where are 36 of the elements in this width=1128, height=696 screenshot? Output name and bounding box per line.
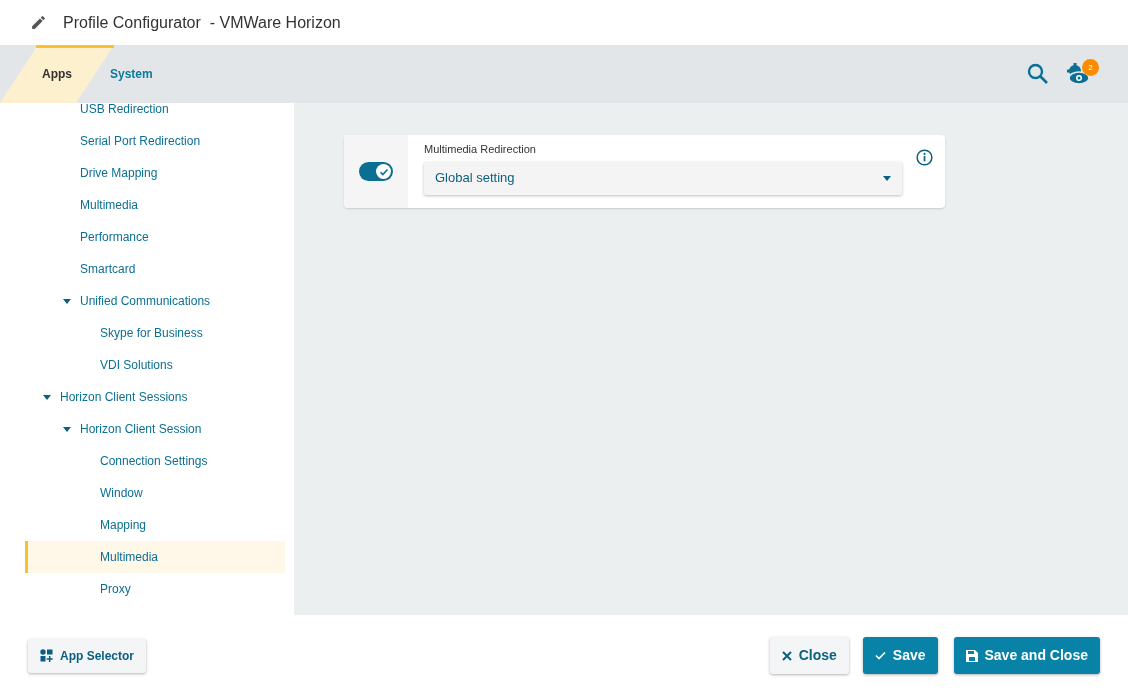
tree-item[interactable]: Unified Communications: [25, 285, 285, 317]
info-icon[interactable]: [916, 149, 933, 167]
check-icon: [378, 166, 389, 177]
app-selector-button[interactable]: App Selector: [28, 638, 146, 673]
check-icon: [874, 651, 886, 660]
tree-item[interactable]: Multimedia: [25, 189, 285, 221]
search-icon[interactable]: [1026, 62, 1050, 86]
tree-item[interactable]: Skype for Business: [25, 317, 285, 349]
close-icon: [781, 650, 792, 661]
setting-label: Multimedia Redirection: [424, 142, 537, 157]
caret-icon[interactable]: [63, 298, 71, 304]
notification-badge: 2: [1082, 59, 1099, 76]
window-title: Profile Configurator - VMWare Horizon: [63, 12, 341, 33]
caret-icon[interactable]: [43, 394, 51, 400]
tree-item[interactable]: Performance: [25, 221, 285, 253]
tree-item[interactable]: VDI Solutions: [25, 349, 285, 381]
tree-item[interactable]: Proxy: [25, 573, 285, 605]
tree-item[interactable]: Multimedia: [25, 541, 285, 573]
tree-item[interactable]: Connection Settings: [25, 445, 285, 477]
caret-icon[interactable]: [63, 426, 71, 432]
tab[interactable]: System: [110, 45, 220, 103]
tree-item[interactable]: Serial Port Redirection: [25, 125, 285, 157]
tree-item[interactable]: Horizon Client Sessions: [25, 381, 285, 413]
save-and-close-button[interactable]: Save and Close: [953, 637, 1100, 674]
toggle-switch[interactable]: [359, 162, 393, 181]
tree-item[interactable]: Window: [25, 477, 285, 509]
tree-item[interactable]: Mapping: [25, 509, 285, 541]
tree-item[interactable]: USB Redirection: [25, 103, 285, 125]
tree-item[interactable]: Horizon Client Session: [25, 413, 285, 445]
close-button[interactable]: Close: [769, 637, 849, 674]
tree-item[interactable]: Smartcard: [25, 253, 285, 285]
select-field[interactable]: Global setting: [424, 161, 902, 195]
apps-add-icon: [40, 649, 53, 662]
save-button[interactable]: Save: [862, 637, 938, 674]
tree-item[interactable]: Drive Mapping: [25, 157, 285, 189]
pencil-icon: [30, 14, 47, 31]
